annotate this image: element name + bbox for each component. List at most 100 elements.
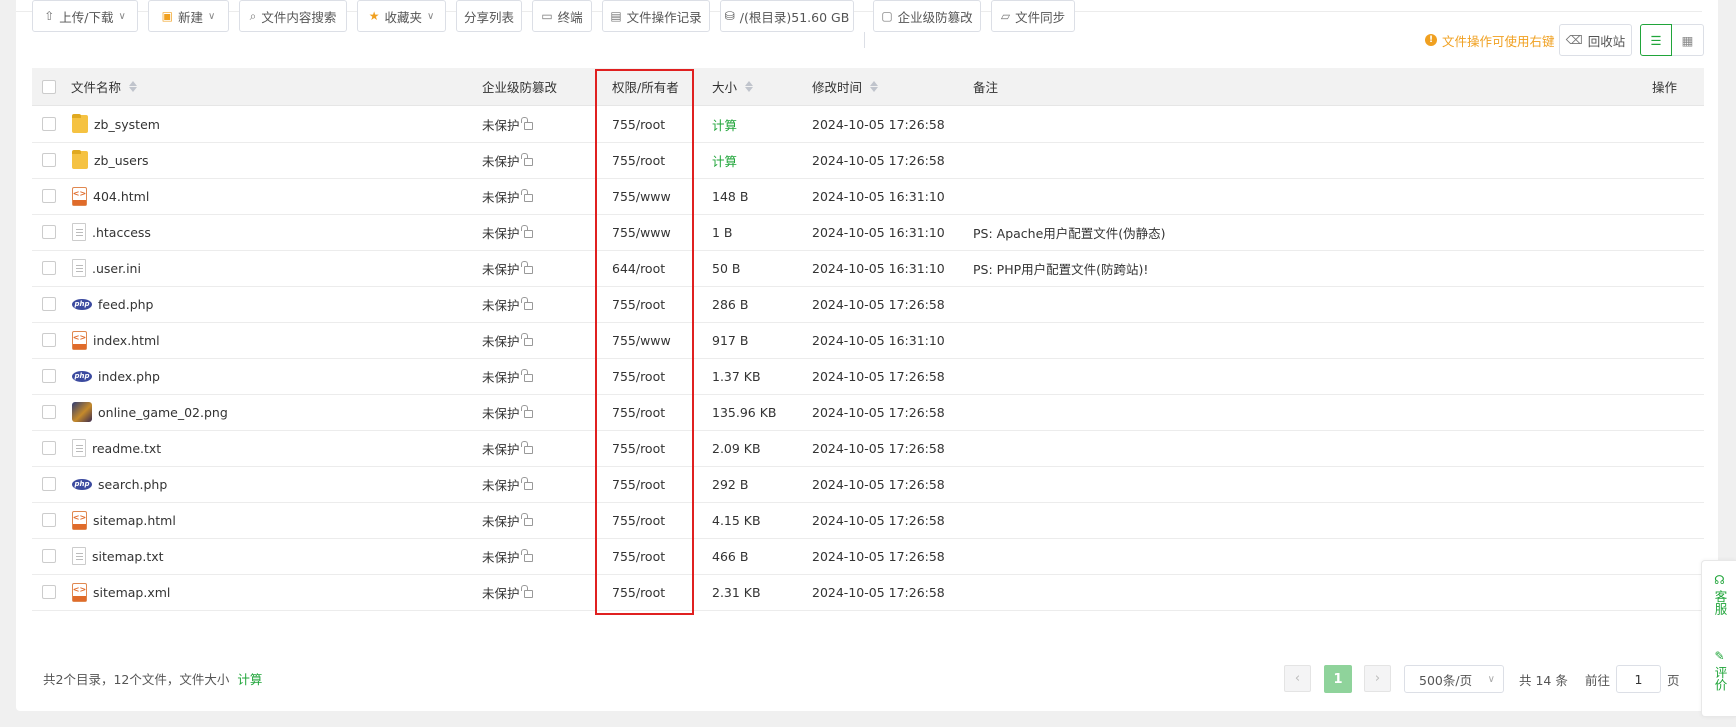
disk-button[interactable]: ⛁ /(根目录)51.60 GB — [720, 0, 854, 32]
file-name[interactable]: zb_users — [94, 153, 149, 168]
file-name[interactable]: online_game_02.png — [98, 405, 228, 420]
protect-status-cell[interactable]: 未保护 — [482, 358, 533, 394]
size-cell[interactable]: 计算 — [712, 106, 737, 142]
protect-status-cell[interactable]: 未保护 — [482, 286, 533, 322]
new-button[interactable]: ▣ 新建 ∨ — [148, 0, 229, 32]
header-size[interactable]: 大小 — [712, 68, 754, 105]
table-row[interactable]: <> sitemap.xml 未保护 755/root 2.31 KB 2024-10-0… — [32, 574, 1704, 611]
protect-status-cell[interactable]: 未保护 — [482, 142, 533, 178]
table-row[interactable]: readme.txt 未保护 755/root 2.09 KB 2024-10-05 1… — [32, 430, 1704, 467]
permission-cell[interactable]: 755/www — [612, 214, 671, 250]
file-name-cell[interactable]: <> sitemap.html — [72, 502, 176, 538]
file-name-cell[interactable]: php search.php — [72, 466, 167, 502]
file-name-cell[interactable]: zb_users — [72, 142, 149, 178]
protect-status-cell[interactable]: 未保护 — [482, 106, 533, 142]
header-name[interactable]: 文件名称 — [71, 68, 138, 105]
file-name[interactable]: sitemap.txt — [92, 549, 164, 564]
list-view-icon[interactable]: ☰ — [1640, 24, 1672, 56]
file-name[interactable]: index.php — [98, 369, 160, 384]
file-name-cell[interactable]: readme.txt — [72, 430, 161, 466]
file-name-cell[interactable]: <> index.html — [72, 322, 160, 358]
prev-page-button[interactable]: ‹ — [1284, 665, 1311, 692]
file-name[interactable]: 404.html — [93, 189, 149, 204]
permission-cell[interactable]: 755/root — [612, 574, 665, 610]
file-name-cell[interactable]: .user.ini — [72, 250, 141, 286]
row-checkbox[interactable] — [42, 358, 56, 394]
customer-service-button[interactable]: ☊ 客服 — [1702, 573, 1736, 615]
file-name-cell[interactable]: <> sitemap.xml — [72, 574, 170, 610]
table-row[interactable]: php index.php 未保护 755/root 1.37 KB 2024-10-05… — [32, 358, 1704, 395]
table-row[interactable]: <> index.html 未保护 755/www 917 B 2024-10-05 16… — [32, 322, 1704, 359]
goto-page-input[interactable]: 1 — [1616, 665, 1661, 693]
permission-cell[interactable]: 755/root — [612, 358, 665, 394]
favorites-button[interactable]: ★ 收藏夹 ∨ — [357, 0, 446, 32]
protect-status-cell[interactable]: 未保护 — [482, 574, 533, 610]
permission-cell[interactable]: 755/root — [612, 286, 665, 322]
size-cell[interactable]: 计算 — [712, 142, 737, 178]
calc-size-link[interactable]: 计算 — [712, 115, 737, 134]
row-checkbox[interactable] — [42, 286, 56, 322]
permission-cell[interactable]: 755/root — [612, 538, 665, 574]
calc-total-size-link[interactable]: 计算 — [237, 669, 262, 688]
table-row[interactable]: <> 404.html 未保护 755/www 148 B 2024-10-05 16:3… — [32, 178, 1704, 215]
terminal-button[interactable]: ▭ 终端 — [532, 0, 592, 32]
select-all-checkbox[interactable] — [42, 68, 56, 105]
share-list-button[interactable]: 分享列表 — [456, 0, 522, 32]
review-button[interactable]: ✎ 评价 — [1702, 649, 1736, 691]
upload-download-button[interactable]: ⇧ 上传/下载 ∨ — [32, 0, 138, 32]
row-checkbox[interactable] — [42, 106, 56, 142]
protect-status-cell[interactable]: 未保护 — [482, 538, 533, 574]
file-name[interactable]: .htaccess — [92, 225, 151, 240]
row-checkbox[interactable] — [42, 466, 56, 502]
table-row[interactable]: php feed.php 未保护 755/root 286 B 2024-10-05 17… — [32, 286, 1704, 323]
current-page-button[interactable]: 1 — [1324, 665, 1352, 693]
protect-status-cell[interactable]: 未保护 — [482, 322, 533, 358]
calc-size-link[interactable]: 计算 — [712, 151, 737, 170]
row-checkbox[interactable] — [42, 574, 56, 610]
row-checkbox[interactable] — [42, 394, 56, 430]
permission-cell[interactable]: 755/www — [612, 322, 671, 358]
content-search-button[interactable]: ⌕ 文件内容搜索 — [239, 0, 347, 32]
file-name[interactable]: sitemap.xml — [93, 585, 170, 600]
file-name-cell[interactable]: .htaccess — [72, 214, 151, 250]
page-size-select[interactable]: 500条/页 ∨ — [1404, 665, 1504, 693]
permission-cell[interactable]: 755/www — [612, 178, 671, 214]
file-name[interactable]: .user.ini — [92, 261, 141, 276]
file-name-cell[interactable]: php feed.php — [72, 286, 153, 322]
permission-cell[interactable]: 755/root — [612, 466, 665, 502]
table-row[interactable]: <> sitemap.html 未保护 755/root 4.15 KB 2024-10-… — [32, 502, 1704, 539]
file-name[interactable]: feed.php — [98, 297, 153, 312]
file-name[interactable]: index.html — [93, 333, 160, 348]
header-mtime[interactable]: 修改时间 — [812, 68, 879, 105]
file-sync-button[interactable]: ▱ 文件同步 — [991, 0, 1075, 32]
table-row[interactable]: php search.php 未保护 755/root 292 B 2024-10-05 … — [32, 466, 1704, 503]
file-name-cell[interactable]: sitemap.txt — [72, 538, 164, 574]
file-name[interactable]: readme.txt — [92, 441, 161, 456]
table-row[interactable]: sitemap.txt 未保护 755/root 466 B 2024-10-05 17… — [32, 538, 1704, 575]
row-checkbox[interactable] — [42, 538, 56, 574]
file-name[interactable]: zb_system — [94, 117, 160, 132]
permission-cell[interactable]: 755/root — [612, 142, 665, 178]
permission-cell[interactable]: 755/root — [612, 502, 665, 538]
protect-status-cell[interactable]: 未保护 — [482, 214, 533, 250]
file-name[interactable]: sitemap.html — [93, 513, 176, 528]
table-row[interactable]: .user.ini 未保护 644/root 50 B 2024-10-05 16:31… — [32, 250, 1704, 287]
row-checkbox[interactable] — [42, 430, 56, 466]
tamper-proof-button[interactable]: ▢ 企业级防篡改 — [873, 0, 981, 32]
file-name-cell[interactable]: <> 404.html — [72, 178, 149, 214]
row-checkbox[interactable] — [42, 322, 56, 358]
file-name[interactable]: search.php — [98, 477, 167, 492]
table-row[interactable]: zb_users 未保护 755/root 计算 2024-10-05 17:26:58 — [32, 142, 1704, 179]
row-checkbox[interactable] — [42, 214, 56, 250]
row-checkbox[interactable] — [42, 178, 56, 214]
grid-view-icon[interactable]: ▦ — [1672, 24, 1704, 56]
protect-status-cell[interactable]: 未保护 — [482, 178, 533, 214]
file-name-cell[interactable]: php index.php — [72, 358, 160, 394]
protect-status-cell[interactable]: 未保护 — [482, 430, 533, 466]
row-checkbox[interactable] — [42, 502, 56, 538]
permission-cell[interactable]: 755/root — [612, 106, 665, 142]
protect-status-cell[interactable]: 未保护 — [482, 466, 533, 502]
file-name-cell[interactable]: zb_system — [72, 106, 160, 142]
protect-status-cell[interactable]: 未保护 — [482, 502, 533, 538]
table-row[interactable]: online_game_02.png 未保护 755/root 135.96 KB 20… — [32, 394, 1704, 431]
